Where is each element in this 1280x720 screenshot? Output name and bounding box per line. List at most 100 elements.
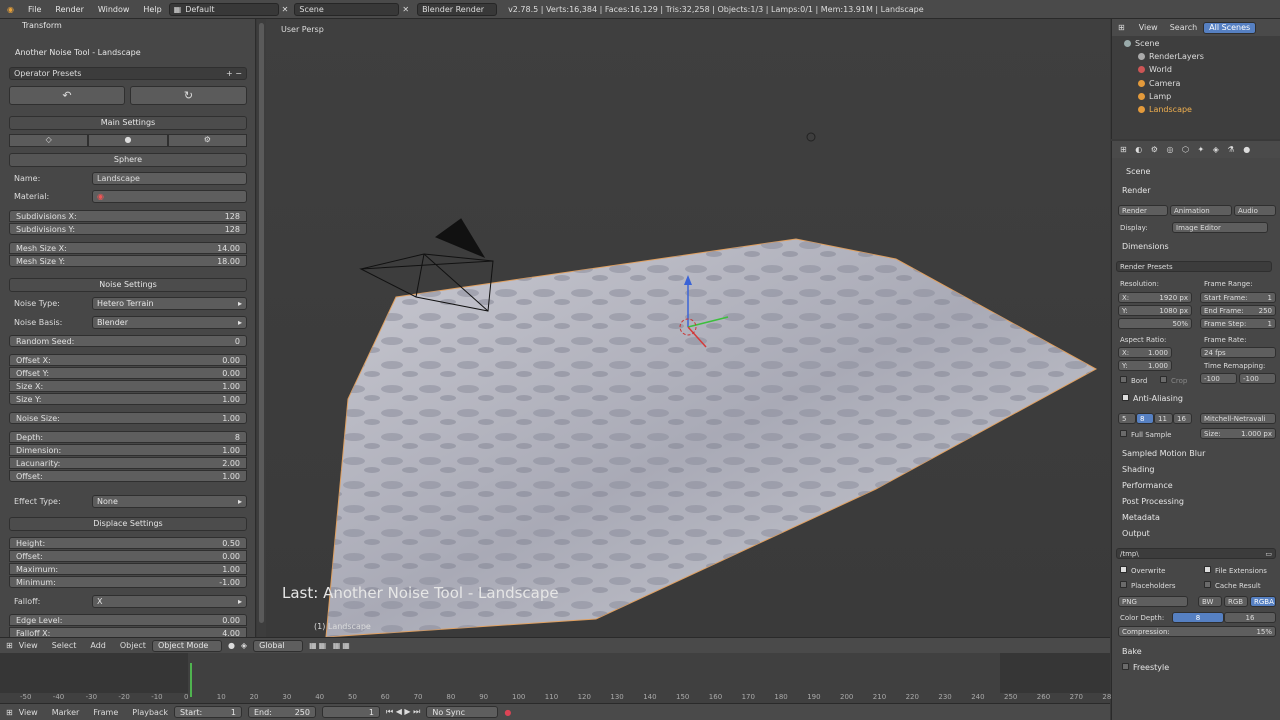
size-y-field[interactable]: Size Y: 1.00 bbox=[9, 393, 247, 405]
subdivisions-y-field[interactable]: Subdivisions Y: 128 bbox=[9, 223, 247, 235]
panel-scrollbar[interactable] bbox=[257, 19, 266, 637]
render-button[interactable]: Render bbox=[1118, 205, 1168, 216]
sync-select[interactable]: No Sync bbox=[426, 706, 499, 718]
offset-y-field[interactable]: Offset Y: 0.00 bbox=[9, 367, 247, 379]
compression-slider[interactable]: Compression: 15% bbox=[1118, 626, 1276, 637]
transform-header[interactable]: Transform bbox=[22, 21, 62, 30]
falloff-x-field[interactable]: Falloff X: 4.00 bbox=[9, 627, 247, 637]
refresh-button[interactable]: ↻ bbox=[130, 86, 247, 105]
context-icons[interactable]: ⊞ ◐ ⚙ ◎ ⬡ ✦ ◈ ⚗ ● bbox=[1120, 145, 1253, 154]
minimum-field[interactable]: Minimum: -1.00 bbox=[9, 576, 247, 588]
outliner-display-mode[interactable]: All Scenes bbox=[1203, 21, 1257, 34]
lamp-object[interactable] bbox=[806, 132, 816, 142]
reset-button[interactable]: ↶ bbox=[9, 86, 125, 105]
performance-header[interactable]: Performance bbox=[1122, 481, 1173, 490]
aa-11-button[interactable]: 11 bbox=[1154, 413, 1173, 424]
border-checkbox[interactable]: Bord bbox=[1120, 376, 1147, 385]
name-field[interactable]: Landscape bbox=[92, 172, 247, 185]
3d-viewport[interactable]: User Persp Last: Another Noise Tool - La… bbox=[266, 19, 1110, 637]
editor-type-icon[interactable]: ⊞ bbox=[6, 708, 13, 717]
aspect-y-field[interactable]: Y: 1.000 bbox=[1118, 360, 1172, 371]
menu-file[interactable]: File bbox=[21, 5, 48, 14]
size-x-field[interactable]: Size X: 1.00 bbox=[9, 380, 247, 392]
scene-selector[interactable]: Scene bbox=[294, 2, 400, 16]
post-processing-header[interactable]: Post Processing bbox=[1122, 497, 1184, 506]
output-header[interactable]: Output bbox=[1122, 529, 1150, 538]
depth-field[interactable]: Depth: 8 bbox=[9, 431, 247, 443]
layout-selector[interactable]: ▦ Default bbox=[168, 2, 279, 16]
subdivisions-x-field[interactable]: Subdivisions X: 128 bbox=[9, 210, 247, 222]
pivot-icon[interactable]: ◈ bbox=[241, 641, 247, 650]
filter-select[interactable]: Mitchell-Netravali bbox=[1200, 413, 1276, 424]
dimensions-header[interactable]: Dimensions bbox=[1122, 242, 1169, 251]
folder-icon[interactable]: ▭ bbox=[1265, 550, 1272, 558]
presets-add-icon[interactable]: + − bbox=[226, 68, 242, 79]
effect-type-select[interactable]: None ▸ bbox=[92, 495, 247, 508]
outliner-item-camera[interactable]: Camera bbox=[1138, 79, 1180, 88]
remap-old-field[interactable]: -100 bbox=[1200, 373, 1237, 384]
scrollbar-thumb[interactable] bbox=[259, 23, 264, 623]
properties-tabs[interactable]: ⊞ ◐ ⚙ ◎ ⬡ ✦ ◈ ⚗ ● bbox=[1112, 141, 1280, 158]
outliner-item-world[interactable]: World bbox=[1138, 65, 1172, 74]
timeline-menu-frame[interactable]: Frame bbox=[93, 708, 118, 717]
noise-basis-select[interactable]: Blender ▸ bbox=[92, 316, 247, 329]
dimension-field[interactable]: Dimension: 1.00 bbox=[9, 444, 247, 456]
sphere-toggle[interactable]: Sphere bbox=[9, 153, 247, 167]
grid-mode-tab[interactable]: ◇ bbox=[9, 134, 89, 147]
audio-button[interactable]: Audio bbox=[1234, 205, 1276, 216]
display-select[interactable]: Image Editor bbox=[1172, 222, 1268, 233]
resolution-x-field[interactable]: X: 1920 px bbox=[1118, 292, 1192, 303]
resolution-y-field[interactable]: Y: 1080 px bbox=[1118, 305, 1192, 316]
bake-header[interactable]: Bake bbox=[1122, 647, 1142, 656]
shading-header[interactable]: Shading bbox=[1122, 465, 1155, 474]
start-frame-field[interactable]: Start Frame: 1 bbox=[1200, 292, 1276, 303]
motion-blur-header[interactable]: Sampled Motion Blur bbox=[1122, 449, 1205, 458]
bw-button[interactable]: BW bbox=[1198, 596, 1222, 607]
output-path-field[interactable]: /tmp\ ▭ bbox=[1116, 548, 1276, 559]
layer-buttons[interactable]: ▦▦ ▦▦ bbox=[309, 641, 352, 650]
aa-8-button[interactable]: 8 bbox=[1136, 413, 1154, 424]
menu-object[interactable]: Object bbox=[120, 641, 146, 650]
settings-mode-tab[interactable]: ⚙ bbox=[167, 134, 247, 147]
frame-step-field[interactable]: Frame Step: 1 bbox=[1200, 318, 1276, 329]
noise-settings-header[interactable]: Noise Settings bbox=[9, 278, 247, 292]
rgba-button[interactable]: RGBA bbox=[1250, 596, 1276, 607]
color-depth-8-button[interactable]: 8 bbox=[1172, 612, 1224, 623]
playback-controls[interactable]: ⏮ ◀ ▶ ⏭ bbox=[386, 707, 420, 717]
outliner-item-scene[interactable]: Scene bbox=[1124, 39, 1159, 48]
menu-window[interactable]: Window bbox=[91, 5, 137, 14]
end-frame-field[interactable]: End: 250 bbox=[247, 706, 316, 718]
mesh-size-y-field[interactable]: Mesh Size Y: 18.00 bbox=[9, 255, 247, 267]
timeline-menu-view[interactable]: View bbox=[19, 708, 38, 717]
record-icon[interactable]: ● bbox=[504, 708, 511, 717]
color-depth-16-button[interactable]: 16 bbox=[1224, 612, 1276, 623]
file-format-select[interactable]: PNG bbox=[1118, 596, 1188, 607]
menu-help[interactable]: Help bbox=[136, 5, 168, 14]
sphere-mode-tab[interactable]: ● bbox=[88, 134, 168, 147]
main-settings-header[interactable]: Main Settings bbox=[9, 116, 247, 130]
anti-aliasing-header[interactable]: Anti-Aliasing bbox=[1122, 394, 1183, 403]
overwrite-checkbox[interactable]: Overwrite bbox=[1120, 566, 1165, 575]
freestyle-header[interactable]: Freestyle bbox=[1122, 663, 1169, 672]
render-panel-header[interactable]: Render bbox=[1122, 186, 1150, 195]
crop-checkbox[interactable]: Crop bbox=[1160, 376, 1187, 385]
height-field[interactable]: Height: 0.50 bbox=[9, 537, 247, 549]
orientation-select[interactable]: Global bbox=[253, 639, 304, 652]
cache-result-checkbox[interactable]: Cache Result bbox=[1204, 581, 1261, 590]
maximum-field[interactable]: Maximum: 1.00 bbox=[9, 563, 247, 575]
menu-view[interactable]: View bbox=[19, 641, 38, 650]
filter-size-field[interactable]: Size: 1.000 px bbox=[1200, 428, 1276, 439]
fps-select[interactable]: 24 fps bbox=[1200, 347, 1276, 358]
displace-offset-field[interactable]: Offset: 0.00 bbox=[9, 550, 247, 562]
mode-select[interactable]: Object Mode bbox=[151, 639, 222, 652]
outliner-search[interactable]: Search bbox=[1170, 23, 1197, 32]
timeline-menu-playback[interactable]: Playback bbox=[132, 708, 168, 717]
lacunarity-field[interactable]: Lacunarity: 2.00 bbox=[9, 457, 247, 469]
end-frame-field[interactable]: End Frame: 250 bbox=[1200, 305, 1276, 316]
offset-field[interactable]: Offset: 1.00 bbox=[9, 470, 247, 482]
outliner-item-renderlayers[interactable]: RenderLayers bbox=[1138, 52, 1204, 61]
noise-size-field[interactable]: Noise Size: 1.00 bbox=[9, 412, 247, 424]
menu-select[interactable]: Select bbox=[52, 641, 77, 650]
metadata-header[interactable]: Metadata bbox=[1122, 513, 1160, 522]
displace-settings-header[interactable]: Displace Settings bbox=[9, 517, 247, 531]
